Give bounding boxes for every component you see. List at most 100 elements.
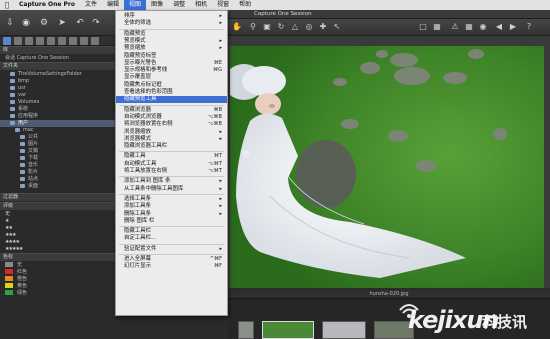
- folder-icon: [20, 169, 25, 174]
- menubar-item[interactable]: Capture One Pro: [14, 0, 80, 10]
- menu-item-label: 进入全屏幕: [124, 256, 151, 262]
- menu-item[interactable]: 将浏览器放置在右侧 ⌥⌘B: [116, 121, 227, 128]
- menu-item[interactable]: 从工具条中删除工具图库 ▸: [116, 186, 227, 193]
- menu-item[interactable]: 进入全屏幕 ^⌘F: [116, 256, 227, 263]
- batch-tab-icon[interactable]: [91, 37, 99, 45]
- thumbnail-selected[interactable]: [262, 321, 314, 339]
- folder-item-label: 公共: [28, 134, 39, 140]
- library-tab-icon[interactable]: [3, 37, 11, 45]
- keystone-icon[interactable]: △: [290, 22, 300, 32]
- camera-icon[interactable]: ◉: [20, 17, 32, 29]
- menubar-item[interactable]: 视窗: [212, 0, 234, 10]
- menubar-item[interactable]: 编辑: [102, 0, 124, 10]
- menubar-item[interactable]: 视图: [124, 0, 147, 10]
- menubar-item[interactable]: 帮助: [234, 0, 256, 10]
- output-tab-icon[interactable]: [80, 37, 88, 45]
- menu-item[interactable]: 幻灯片显示 ⌘F: [116, 263, 227, 270]
- menu-separator: [119, 226, 224, 228]
- menu-separator: [119, 104, 224, 106]
- grid-icon[interactable]: ▦: [464, 22, 474, 32]
- picker-icon[interactable]: ✚: [318, 22, 328, 32]
- menu-item-label: 隐藏浏览器工具栏: [124, 143, 168, 150]
- menu-item-label: 将工具放置在右侧: [124, 168, 168, 174]
- rotate-icon[interactable]: ↻: [276, 22, 286, 32]
- menu-item[interactable]: 排序 ▸: [116, 13, 227, 20]
- menu-item[interactable]: 自动模式工具 ⌥⌘T: [116, 161, 227, 168]
- help-icon[interactable]: ?: [524, 22, 534, 32]
- menu-item[interactable]: 隐藏工具 ⌘T: [116, 153, 227, 160]
- spot-icon[interactable]: ◎: [304, 22, 314, 32]
- menu-item[interactable]: 隐藏焦点标记框: [116, 82, 227, 89]
- thumbnail[interactable]: [238, 321, 254, 339]
- folder-icon: [10, 106, 15, 111]
- menu-item[interactable]: 隐藏预览标签: [116, 53, 227, 60]
- submenu-arrow-icon: ▸: [219, 135, 222, 142]
- color-tab-icon[interactable]: [25, 37, 33, 45]
- menu-item-label: 隐藏浏览器: [124, 106, 151, 113]
- menu-item[interactable]: 删除工具条 ▸: [116, 211, 227, 218]
- process-icon[interactable]: ⚙: [38, 17, 50, 29]
- viewer-title-bar: Capture One Session: [228, 10, 550, 19]
- submenu-arrow-icon: ▸: [219, 37, 222, 44]
- menu-item[interactable]: 浏览器模式 ▸: [116, 136, 227, 143]
- lens-tab-icon[interactable]: [47, 37, 55, 45]
- menu-item[interactable]: 验证配置文件 ▸: [116, 246, 227, 253]
- exposure-warning-icon[interactable]: ⚠: [450, 22, 460, 32]
- menu-item[interactable]: 将工具放置在右侧 ⌥⌘T: [116, 168, 227, 175]
- submenu-arrow-icon: ▸: [219, 20, 222, 27]
- zoom-icon[interactable]: ⚲: [248, 22, 258, 32]
- preview-image[interactable]: [230, 46, 544, 288]
- menu-item[interactable]: 添加工具到 图库 条 ▸: [116, 178, 227, 185]
- cursor-icon[interactable]: ↖: [332, 22, 342, 32]
- menu-shortcut: ^⌘F: [209, 256, 222, 262]
- menu-shortcut: ⌘B: [213, 106, 222, 113]
- multi-view-icon[interactable]: ▦: [432, 22, 442, 32]
- next-icon[interactable]: ▶: [508, 22, 518, 32]
- menubar-item[interactable]: 调整: [168, 0, 190, 10]
- menu-item[interactable]: 隐藏预览工具: [116, 96, 227, 104]
- crop-icon[interactable]: ▣: [262, 22, 272, 32]
- metadata-tab-icon[interactable]: [69, 37, 77, 45]
- menubar-item[interactable]: 相机: [190, 0, 212, 10]
- color-swatch: [5, 276, 13, 281]
- undo-icon[interactable]: ↶: [74, 17, 86, 29]
- menu-item[interactable]: 选择工具条 ▸: [116, 196, 227, 203]
- menubar-item[interactable]: 文件: [80, 0, 102, 10]
- menu-item[interactable]: 添加工具条 ▸: [116, 203, 227, 210]
- menu-item[interactable]: 全体的筛选 ▸: [116, 20, 227, 27]
- folder-icon: [20, 141, 25, 146]
- rating-item-label: ★★★★★: [5, 246, 23, 252]
- menu-item[interactable]: 查看选择的色彩范围: [116, 89, 227, 96]
- folder-icon: [15, 127, 20, 132]
- menu-item[interactable]: 自定工具栏...: [116, 235, 227, 242]
- menu-item[interactable]: 浏览器缩放 ▸: [116, 129, 227, 136]
- menu-item[interactable]: 删除 图库 栏: [116, 218, 227, 225]
- menu-item-label: 自定工具栏...: [124, 235, 157, 242]
- focus-mask-icon[interactable]: ◉: [478, 22, 488, 32]
- pan-icon[interactable]: ✋: [232, 22, 242, 32]
- menu-item[interactable]: 隐藏浏览器 ⌘B: [116, 107, 227, 114]
- menu-item[interactable]: 显示曝光警告 ⌘E: [116, 60, 227, 67]
- export-icon[interactable]: ➤: [56, 17, 68, 29]
- color-swatch: [5, 262, 13, 267]
- thumbnail[interactable]: [322, 321, 366, 339]
- single-view-icon[interactable]: □: [418, 22, 428, 32]
- menu-item[interactable]: 自动模式浏览器 ⌥⌘B: [116, 114, 227, 121]
- menu-item-label: 显示曝光警告: [124, 59, 157, 66]
- menu-item[interactable]: 隐藏浏览器工具栏: [116, 143, 227, 150]
- menu-shortcut: ⌥⌘B: [207, 113, 222, 120]
- import-icon[interactable]: ⇩: [4, 17, 16, 29]
- color-tag-item-label: 绿色: [17, 290, 28, 296]
- menu-item[interactable]: 显示覆盖层: [116, 74, 227, 81]
- menu-item[interactable]: 预览缩放 ▸: [116, 45, 227, 52]
- details-tab-icon[interactable]: [58, 37, 66, 45]
- submenu-arrow-icon: ▸: [219, 185, 222, 192]
- menubar-item[interactable]: 图像: [146, 0, 168, 10]
- exposure-tab-icon[interactable]: [36, 37, 44, 45]
- menu-item[interactable]: 隐藏预览: [116, 31, 227, 38]
- prev-icon[interactable]: ◀: [494, 22, 504, 32]
- redo-icon[interactable]: ↷: [90, 17, 102, 29]
- capture-tab-icon[interactable]: [14, 37, 22, 45]
- menu-item[interactable]: 预览模式 ▸: [116, 38, 227, 45]
- apple-icon[interactable]: : [0, 1, 14, 9]
